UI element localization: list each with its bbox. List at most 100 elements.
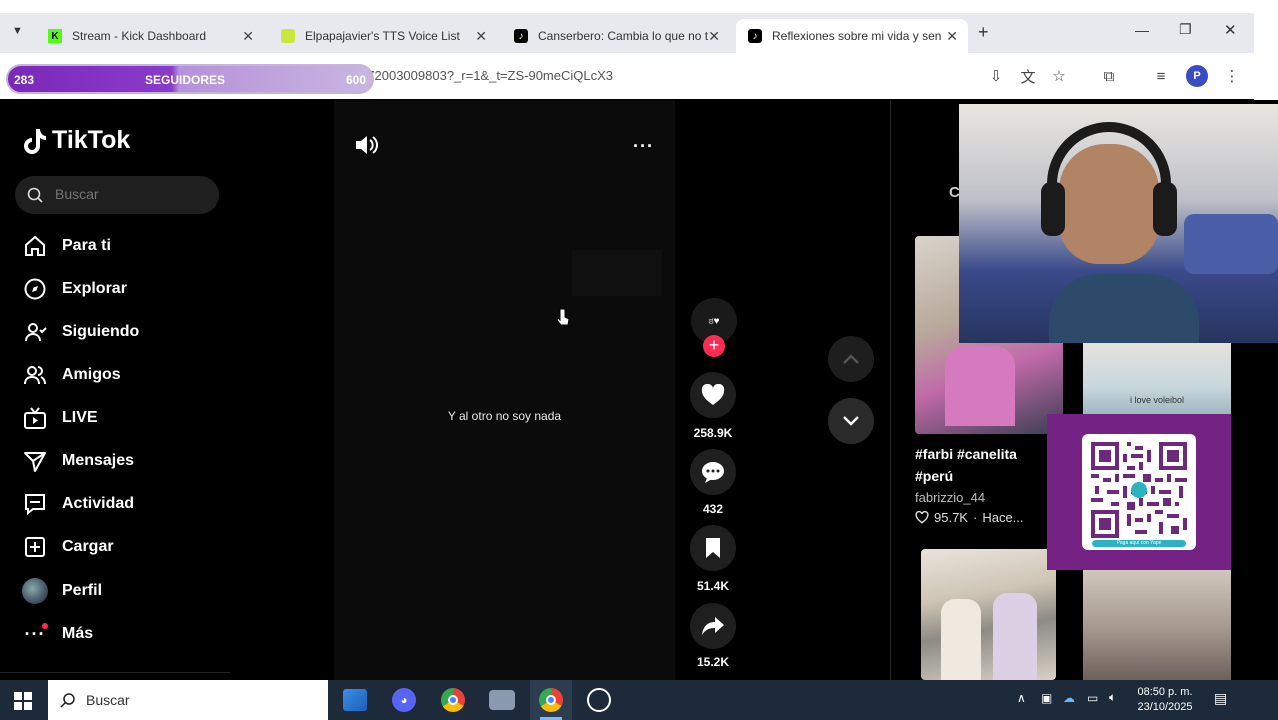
tab-reflexiones[interactable]: ♪ Reflexiones sobre mi vida y sen ✕ <box>736 19 968 53</box>
video-thumbnail-2[interactable]: i love voleibol <box>1083 343 1231 415</box>
install-app-icon[interactable]: ⇩ <box>985 65 1007 87</box>
live-icon <box>22 405 48 431</box>
nav-label: Mensajes <box>62 452 135 469</box>
tiktok-favicon-icon: ♪ <box>514 29 528 43</box>
tab-tts-voice-list[interactable]: Elpapajavier's TTS Voice List ✕ <box>269 19 497 53</box>
video-thumbnail-3[interactable] <box>921 549 1056 680</box>
extensions-icon[interactable]: ⧉ <box>1098 65 1120 87</box>
tab-canserbero[interactable]: ♪ Canserbero: Cambia lo que no t ✕ <box>502 19 730 53</box>
close-tab-icon[interactable]: ✕ <box>475 28 487 45</box>
onedrive-icon[interactable]: ☁ <box>1063 691 1075 705</box>
followers-label: SEGUIDORES <box>145 73 226 87</box>
video-card-stats: 95.7K · Hace... <box>915 510 1024 525</box>
tray-app-icon[interactable]: ▣ <box>1041 691 1052 705</box>
close-window-icon[interactable]: ✕ <box>1224 21 1237 39</box>
follow-plus-icon[interactable]: + <box>703 335 725 357</box>
volume-icon[interactable] <box>354 134 378 161</box>
tiktok-logo-icon <box>24 128 46 154</box>
window-right-strip <box>1254 0 1278 100</box>
tab-bar: ▼ K Stream - Kick Dashboard ✕ Elpapajavi… <box>0 13 1254 53</box>
volume-tray-icon[interactable]: 🔈︎ <box>1109 690 1116 705</box>
nav-label: Cargar <box>62 538 114 555</box>
tab-title: Reflexiones sobre mi vida y sen <box>772 29 942 43</box>
browser-menu-icon[interactable]: ⋮ <box>1221 65 1243 87</box>
video-card-author[interactable]: fabrizzio_44 <box>915 490 985 505</box>
restore-icon[interactable]: ❐ <box>1179 21 1192 38</box>
nav-live[interactable]: LIVE <box>22 403 98 433</box>
close-tab-icon[interactable]: ✕ <box>242 28 254 45</box>
save-button[interactable] <box>690 525 736 571</box>
mouse-cursor-icon <box>556 308 570 333</box>
like-button[interactable] <box>690 372 736 418</box>
nav-amigos[interactable]: Amigos <box>22 360 121 390</box>
camera-app-icon[interactable] <box>489 690 515 710</box>
thumb-figure <box>993 593 1037 680</box>
tiktok-search-box[interactable] <box>15 176 219 214</box>
notifications-icon[interactable]: ▤ <box>1214 690 1227 707</box>
nav-label: Siguiendo <box>62 323 140 340</box>
windows-taskbar: Buscar ◕ ∧ ▣ ☁ ▭ 🔈︎ 08:50 p. m. 23/10/20… <box>0 680 1278 720</box>
tab-kick-dashboard[interactable]: K Stream - Kick Dashboard ✕ <box>36 19 264 53</box>
share-icon <box>702 617 724 635</box>
search-icon <box>27 187 43 203</box>
video-thumbnail-4[interactable] <box>1083 570 1231 680</box>
tiktok-favicon-icon: ♪ <box>748 29 762 43</box>
nav-label: Para ti <box>62 237 111 254</box>
tiktok-logo[interactable]: TikTok <box>22 126 130 155</box>
window-top-strip <box>0 0 1278 13</box>
media-control-icon[interactable]: ≡ <box>1150 65 1172 87</box>
friends-icon <box>22 362 48 388</box>
discord-icon[interactable]: ◕ <box>392 688 416 712</box>
nav-para-ti[interactable]: Para ti <box>22 231 111 261</box>
search-input[interactable] <box>55 186 205 202</box>
profile-avatar-icon[interactable]: P <box>1186 65 1208 87</box>
taskbar-active-app[interactable] <box>530 680 572 720</box>
yape-qr-overlay: Paga aquí con Yape <box>1047 414 1231 570</box>
next-video-button[interactable] <box>828 398 874 444</box>
close-tab-icon[interactable]: ✕ <box>946 28 958 45</box>
nav-siguiendo[interactable]: Siguiendo <box>22 317 139 347</box>
nav-explorar[interactable]: Explorar <box>22 274 127 304</box>
tray-overflow-icon[interactable]: ∧ <box>1017 691 1026 705</box>
following-icon <box>22 319 48 345</box>
windows-start-icon[interactable] <box>14 692 32 715</box>
nav-mensajes[interactable]: Mensajes <box>22 446 134 476</box>
bookmark-icon <box>706 538 720 558</box>
qr-code-card: Paga aquí con Yape <box>1082 434 1196 550</box>
nav-mas[interactable]: ··· Más <box>22 619 93 649</box>
chevron-up-icon <box>843 354 859 364</box>
video-card-title[interactable]: #farbi #canelita #perú <box>915 443 1055 487</box>
comment-button[interactable] <box>690 449 736 495</box>
nav-actividad[interactable]: Actividad <box>22 489 134 519</box>
translate-icon[interactable]: 文 <box>1017 65 1039 87</box>
minimize-icon[interactable]: — <box>1135 22 1149 38</box>
nav-cargar[interactable]: Cargar <box>22 532 114 562</box>
file-explorer-icon[interactable] <box>343 689 367 711</box>
video-dark-patch <box>572 250 662 296</box>
more-options-icon[interactable]: ··· <box>633 136 654 157</box>
nav-label: Amigos <box>62 366 121 383</box>
share-count: 15.2K <box>696 655 730 669</box>
taskbar-search-box[interactable]: Buscar <box>48 680 328 720</box>
thumb-text: i love voleibol <box>1129 395 1185 405</box>
headphone-left-cup <box>1041 182 1065 236</box>
close-tab-icon[interactable]: ✕ <box>708 28 720 45</box>
nav-label: Perfil <box>62 582 103 599</box>
qr-caption: Paga aquí con Yape <box>1092 540 1186 547</box>
network-icon[interactable]: ▭ <box>1087 691 1098 705</box>
bookmark-star-icon[interactable]: ☆ <box>1048 65 1070 87</box>
obs-icon[interactable] <box>587 688 611 712</box>
webcam-bed <box>1184 214 1278 274</box>
new-tab-icon[interactable]: + <box>978 22 989 43</box>
tab-title: Canserbero: Cambia lo que no t <box>538 29 708 43</box>
chrome-icon <box>539 688 563 712</box>
nav-perfil[interactable]: Perfil <box>22 576 102 606</box>
video-card-time: Hace... <box>982 510 1024 525</box>
video-player[interactable]: ··· Y al otro no soy nada <box>334 100 675 680</box>
nav-label: Actividad <box>62 495 135 512</box>
chrome-icon[interactable] <box>441 688 465 712</box>
share-button[interactable] <box>690 603 736 649</box>
previous-video-button[interactable] <box>828 336 874 382</box>
system-clock[interactable]: 08:50 p. m. 23/10/2025 <box>1135 685 1195 715</box>
tab-list-dropdown-icon[interactable]: ▼ <box>12 25 28 41</box>
